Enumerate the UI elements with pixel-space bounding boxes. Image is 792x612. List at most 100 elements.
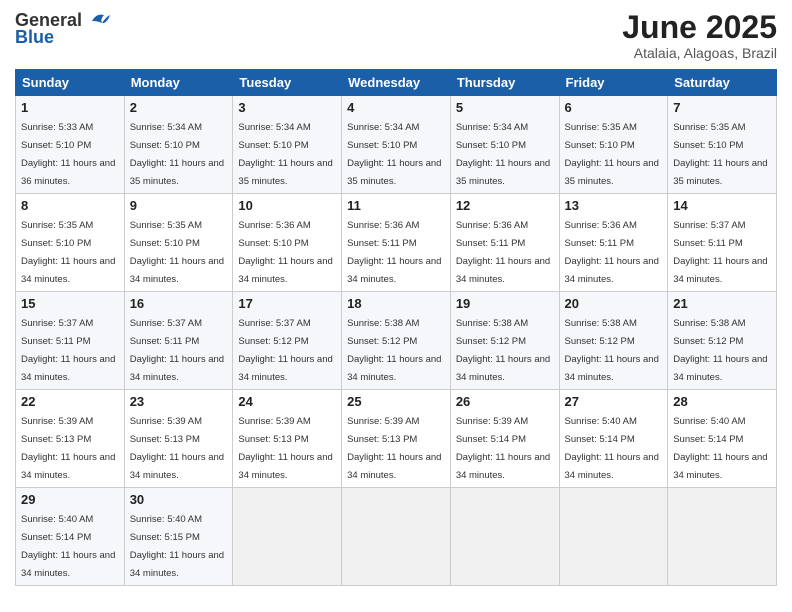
- calendar-cell: 23 Sunrise: 5:39 AMSunset: 5:13 PMDaylig…: [124, 390, 233, 488]
- col-tuesday: Tuesday: [233, 70, 342, 96]
- day-info: Sunrise: 5:37 AMSunset: 5:12 PMDaylight:…: [238, 318, 332, 383]
- calendar-cell: 14 Sunrise: 5:37 AMSunset: 5:11 PMDaylig…: [668, 194, 777, 292]
- table-row: 15 Sunrise: 5:37 AMSunset: 5:11 PMDaylig…: [16, 292, 777, 390]
- month-title: June 2025: [622, 10, 777, 45]
- col-saturday: Saturday: [668, 70, 777, 96]
- calendar-cell: 29 Sunrise: 5:40 AMSunset: 5:14 PMDaylig…: [16, 488, 125, 586]
- day-info: Sunrise: 5:39 AMSunset: 5:13 PMDaylight:…: [21, 416, 115, 481]
- day-info: Sunrise: 5:35 AMSunset: 5:10 PMDaylight:…: [673, 122, 767, 187]
- calendar-cell: 11 Sunrise: 5:36 AMSunset: 5:11 PMDaylig…: [342, 194, 451, 292]
- day-number: 27: [565, 394, 663, 409]
- calendar-cell: 24 Sunrise: 5:39 AMSunset: 5:13 PMDaylig…: [233, 390, 342, 488]
- day-number: 30: [130, 492, 228, 507]
- day-number: 28: [673, 394, 771, 409]
- calendar-cell: 30 Sunrise: 5:40 AMSunset: 5:15 PMDaylig…: [124, 488, 233, 586]
- day-info: Sunrise: 5:34 AMSunset: 5:10 PMDaylight:…: [347, 122, 441, 187]
- day-number: 24: [238, 394, 336, 409]
- calendar-cell: 26 Sunrise: 5:39 AMSunset: 5:14 PMDaylig…: [450, 390, 559, 488]
- calendar-cell: [450, 488, 559, 586]
- day-info: Sunrise: 5:38 AMSunset: 5:12 PMDaylight:…: [673, 318, 767, 383]
- day-info: Sunrise: 5:40 AMSunset: 5:14 PMDaylight:…: [565, 416, 659, 481]
- day-info: Sunrise: 5:36 AMSunset: 5:11 PMDaylight:…: [347, 220, 441, 285]
- day-number: 4: [347, 100, 445, 115]
- day-info: Sunrise: 5:38 AMSunset: 5:12 PMDaylight:…: [565, 318, 659, 383]
- calendar-table: Sunday Monday Tuesday Wednesday Thursday…: [15, 69, 777, 586]
- day-info: Sunrise: 5:39 AMSunset: 5:14 PMDaylight:…: [456, 416, 550, 481]
- day-info: Sunrise: 5:37 AMSunset: 5:11 PMDaylight:…: [130, 318, 224, 383]
- calendar-cell: [233, 488, 342, 586]
- day-info: Sunrise: 5:36 AMSunset: 5:11 PMDaylight:…: [456, 220, 550, 285]
- calendar-cell: 19 Sunrise: 5:38 AMSunset: 5:12 PMDaylig…: [450, 292, 559, 390]
- day-number: 9: [130, 198, 228, 213]
- day-number: 6: [565, 100, 663, 115]
- day-number: 8: [21, 198, 119, 213]
- day-info: Sunrise: 5:35 AMSunset: 5:10 PMDaylight:…: [21, 220, 115, 285]
- day-number: 20: [565, 296, 663, 311]
- calendar-cell: 21 Sunrise: 5:38 AMSunset: 5:12 PMDaylig…: [668, 292, 777, 390]
- calendar-cell: [668, 488, 777, 586]
- day-number: 18: [347, 296, 445, 311]
- calendar-cell: 25 Sunrise: 5:39 AMSunset: 5:13 PMDaylig…: [342, 390, 451, 488]
- day-info: Sunrise: 5:35 AMSunset: 5:10 PMDaylight:…: [130, 220, 224, 285]
- day-number: 17: [238, 296, 336, 311]
- day-number: 16: [130, 296, 228, 311]
- calendar-cell: 5 Sunrise: 5:34 AMSunset: 5:10 PMDayligh…: [450, 96, 559, 194]
- day-number: 10: [238, 198, 336, 213]
- calendar-cell: 4 Sunrise: 5:34 AMSunset: 5:10 PMDayligh…: [342, 96, 451, 194]
- location: Atalaia, Alagoas, Brazil: [622, 45, 777, 61]
- calendar-cell: 9 Sunrise: 5:35 AMSunset: 5:10 PMDayligh…: [124, 194, 233, 292]
- day-info: Sunrise: 5:36 AMSunset: 5:10 PMDaylight:…: [238, 220, 332, 285]
- logo-blue-text: Blue: [15, 27, 54, 48]
- col-sunday: Sunday: [16, 70, 125, 96]
- day-number: 19: [456, 296, 554, 311]
- calendar-cell: 22 Sunrise: 5:39 AMSunset: 5:13 PMDaylig…: [16, 390, 125, 488]
- day-info: Sunrise: 5:40 AMSunset: 5:14 PMDaylight:…: [21, 514, 115, 579]
- day-info: Sunrise: 5:40 AMSunset: 5:14 PMDaylight:…: [673, 416, 767, 481]
- calendar-cell: 8 Sunrise: 5:35 AMSunset: 5:10 PMDayligh…: [16, 194, 125, 292]
- day-number: 15: [21, 296, 119, 311]
- calendar-cell: [559, 488, 668, 586]
- table-row: 8 Sunrise: 5:35 AMSunset: 5:10 PMDayligh…: [16, 194, 777, 292]
- calendar-cell: 27 Sunrise: 5:40 AMSunset: 5:14 PMDaylig…: [559, 390, 668, 488]
- day-info: Sunrise: 5:37 AMSunset: 5:11 PMDaylight:…: [673, 220, 767, 285]
- col-friday: Friday: [559, 70, 668, 96]
- day-number: 5: [456, 100, 554, 115]
- day-info: Sunrise: 5:39 AMSunset: 5:13 PMDaylight:…: [130, 416, 224, 481]
- calendar-cell: 3 Sunrise: 5:34 AMSunset: 5:10 PMDayligh…: [233, 96, 342, 194]
- calendar-cell: [342, 488, 451, 586]
- day-number: 7: [673, 100, 771, 115]
- day-number: 12: [456, 198, 554, 213]
- calendar-cell: 10 Sunrise: 5:36 AMSunset: 5:10 PMDaylig…: [233, 194, 342, 292]
- day-info: Sunrise: 5:34 AMSunset: 5:10 PMDaylight:…: [130, 122, 224, 187]
- calendar-cell: 7 Sunrise: 5:35 AMSunset: 5:10 PMDayligh…: [668, 96, 777, 194]
- day-info: Sunrise: 5:38 AMSunset: 5:12 PMDaylight:…: [456, 318, 550, 383]
- day-info: Sunrise: 5:36 AMSunset: 5:11 PMDaylight:…: [565, 220, 659, 285]
- calendar-cell: 28 Sunrise: 5:40 AMSunset: 5:14 PMDaylig…: [668, 390, 777, 488]
- title-section: June 2025 Atalaia, Alagoas, Brazil: [622, 10, 777, 61]
- day-info: Sunrise: 5:34 AMSunset: 5:10 PMDaylight:…: [456, 122, 550, 187]
- day-info: Sunrise: 5:37 AMSunset: 5:11 PMDaylight:…: [21, 318, 115, 383]
- day-info: Sunrise: 5:38 AMSunset: 5:12 PMDaylight:…: [347, 318, 441, 383]
- day-number: 3: [238, 100, 336, 115]
- col-thursday: Thursday: [450, 70, 559, 96]
- calendar-cell: 20 Sunrise: 5:38 AMSunset: 5:12 PMDaylig…: [559, 292, 668, 390]
- calendar-cell: 18 Sunrise: 5:38 AMSunset: 5:12 PMDaylig…: [342, 292, 451, 390]
- day-number: 23: [130, 394, 228, 409]
- calendar-cell: 2 Sunrise: 5:34 AMSunset: 5:10 PMDayligh…: [124, 96, 233, 194]
- day-info: Sunrise: 5:33 AMSunset: 5:10 PMDaylight:…: [21, 122, 115, 187]
- day-number: 22: [21, 394, 119, 409]
- logo: General Blue: [15, 10, 110, 48]
- table-row: 29 Sunrise: 5:40 AMSunset: 5:14 PMDaylig…: [16, 488, 777, 586]
- day-info: Sunrise: 5:39 AMSunset: 5:13 PMDaylight:…: [238, 416, 332, 481]
- day-number: 29: [21, 492, 119, 507]
- calendar-cell: 13 Sunrise: 5:36 AMSunset: 5:11 PMDaylig…: [559, 194, 668, 292]
- calendar-cell: 1 Sunrise: 5:33 AMSunset: 5:10 PMDayligh…: [16, 96, 125, 194]
- logo-bird-icon: [84, 11, 110, 31]
- calendar-cell: 6 Sunrise: 5:35 AMSunset: 5:10 PMDayligh…: [559, 96, 668, 194]
- day-info: Sunrise: 5:39 AMSunset: 5:13 PMDaylight:…: [347, 416, 441, 481]
- day-number: 26: [456, 394, 554, 409]
- header-row: Sunday Monday Tuesday Wednesday Thursday…: [16, 70, 777, 96]
- table-row: 22 Sunrise: 5:39 AMSunset: 5:13 PMDaylig…: [16, 390, 777, 488]
- page-container: General Blue June 2025 Atalaia, Alagoas,…: [0, 0, 792, 612]
- calendar-cell: 17 Sunrise: 5:37 AMSunset: 5:12 PMDaylig…: [233, 292, 342, 390]
